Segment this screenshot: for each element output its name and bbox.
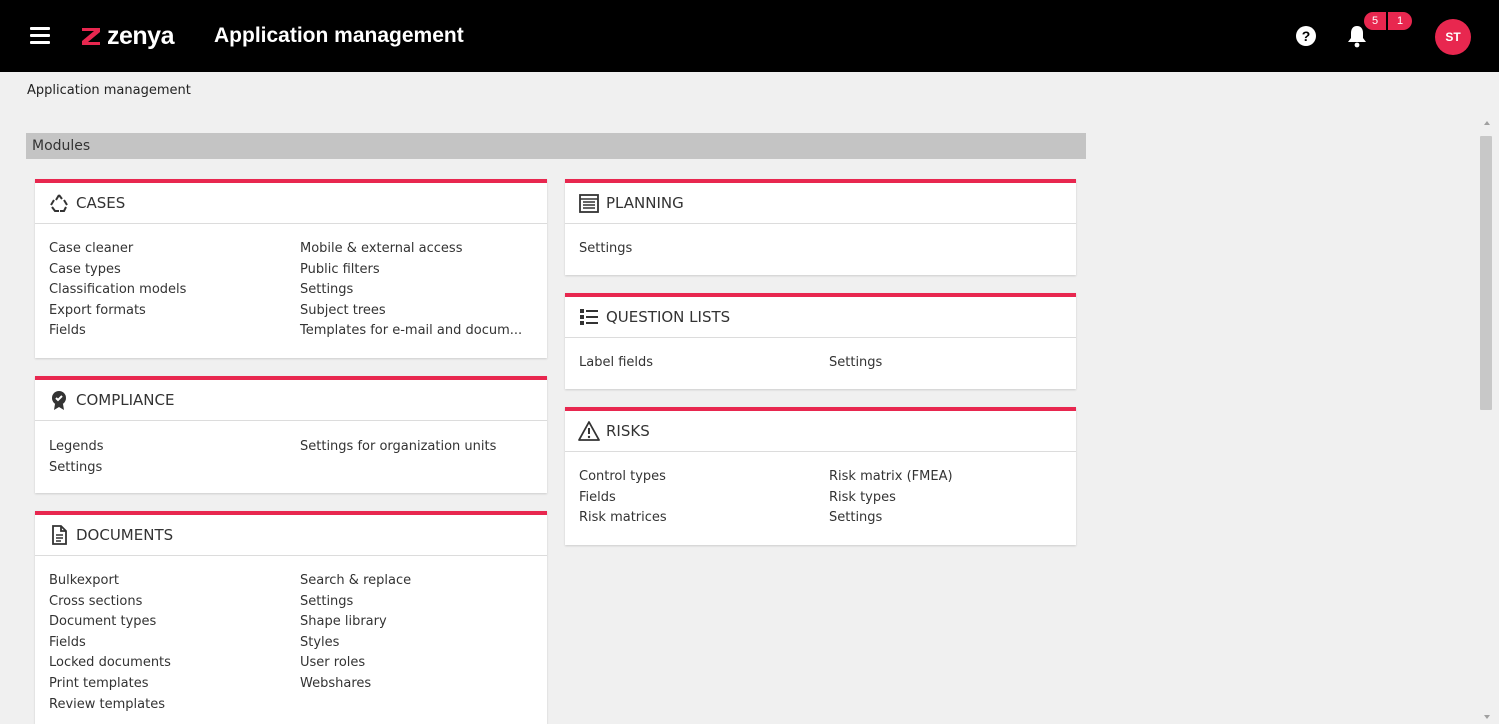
link-mobile-external-access[interactable]: Mobile & external access xyxy=(300,239,522,260)
document-icon xyxy=(48,524,70,546)
link-review-templates[interactable]: Review templates xyxy=(49,695,171,716)
link-settings-org-units[interactable]: Settings for organization units xyxy=(300,437,496,458)
link-control-types[interactable]: Control types xyxy=(579,467,667,488)
card-header: QUESTION LISTS xyxy=(565,297,1076,338)
link-column: Legends Settings xyxy=(49,437,104,478)
link-legends[interactable]: Legends xyxy=(49,437,104,458)
link-case-cleaner[interactable]: Case cleaner xyxy=(49,239,186,260)
link-settings[interactable]: Settings xyxy=(49,458,104,479)
modules-section-header: Modules xyxy=(26,133,1086,159)
warning-icon xyxy=(578,420,600,442)
link-column: Bulkexport Cross sections Document types… xyxy=(49,571,171,715)
card-title: RISKS xyxy=(606,422,650,440)
card-title: QUESTION LISTS xyxy=(606,308,731,326)
link-classification-models[interactable]: Classification models xyxy=(49,280,186,301)
link-public-filters[interactable]: Public filters xyxy=(300,260,522,281)
card-header: PLANNING xyxy=(565,183,1076,224)
scrollbar-thumb[interactable] xyxy=(1480,136,1492,410)
checklist-icon xyxy=(578,306,600,328)
link-user-roles[interactable]: User roles xyxy=(300,653,411,674)
card-title: CASES xyxy=(76,194,126,212)
card-planning: PLANNING Settings xyxy=(565,179,1076,275)
link-fields[interactable]: Fields xyxy=(49,321,186,342)
link-webshares[interactable]: Webshares xyxy=(300,674,411,695)
link-risk-matrices[interactable]: Risk matrices xyxy=(579,508,667,529)
link-case-types[interactable]: Case types xyxy=(49,260,186,281)
breadcrumb: Application management xyxy=(27,83,191,98)
link-column: Label fields xyxy=(579,353,653,374)
link-column: Search & replace Settings Shape library … xyxy=(300,571,411,695)
link-subject-trees[interactable]: Subject trees xyxy=(300,301,522,322)
link-settings[interactable]: Settings xyxy=(829,508,953,529)
link-locked-documents[interactable]: Locked documents xyxy=(49,653,171,674)
link-print-templates[interactable]: Print templates xyxy=(49,674,171,695)
top-bar: zenya Application management ? 5 1 ST xyxy=(0,0,1499,72)
scroll-up-arrow-icon[interactable] xyxy=(1484,121,1490,125)
link-fields[interactable]: Fields xyxy=(579,488,667,509)
notification-badge[interactable]: 5 xyxy=(1364,12,1386,30)
link-styles[interactable]: Styles xyxy=(300,633,411,654)
link-fields[interactable]: Fields xyxy=(49,633,171,654)
card-question-lists: QUESTION LISTS Label fields Settings xyxy=(565,293,1076,389)
link-bulkexport[interactable]: Bulkexport xyxy=(49,571,171,592)
planning-icon xyxy=(578,192,600,214)
link-column: Settings xyxy=(829,353,882,374)
logo[interactable]: zenya xyxy=(80,22,174,50)
card-compliance: COMPLIANCE Legends Settings Settings for… xyxy=(35,376,547,493)
card-header: COMPLIANCE xyxy=(35,380,547,421)
badge-icon xyxy=(48,389,70,411)
card-header: RISKS xyxy=(565,411,1076,452)
avatar[interactable]: ST xyxy=(1435,19,1471,55)
link-search-replace[interactable]: Search & replace xyxy=(300,571,411,592)
card-documents: DOCUMENTS Bulkexport Cross sections Docu… xyxy=(35,511,547,724)
notification-badge[interactable]: 1 xyxy=(1388,12,1412,30)
card-title: PLANNING xyxy=(606,194,684,212)
scroll-down-arrow-icon[interactable] xyxy=(1484,715,1490,719)
card-title: DOCUMENTS xyxy=(76,526,174,544)
link-settings[interactable]: Settings xyxy=(300,592,411,613)
link-column: Control types Fields Risk matrices xyxy=(579,467,667,529)
link-shape-library[interactable]: Shape library xyxy=(300,612,411,633)
link-templates[interactable]: Templates for e-mail and docum... xyxy=(300,321,522,342)
bell-icon[interactable] xyxy=(1346,24,1368,48)
link-export-formats[interactable]: Export formats xyxy=(49,301,186,322)
link-settings[interactable]: Settings xyxy=(579,239,632,260)
card-risks: RISKS Control types Fields Risk matrices… xyxy=(565,407,1076,545)
link-cross-sections[interactable]: Cross sections xyxy=(49,592,171,613)
card-header: DOCUMENTS xyxy=(35,515,547,556)
card-header: CASES xyxy=(35,183,547,224)
zenya-logo-icon xyxy=(82,28,100,45)
link-column: Case cleaner Case types Classification m… xyxy=(49,239,186,342)
link-settings[interactable]: Settings xyxy=(829,353,882,374)
link-column: Risk matrix (FMEA) Risk types Settings xyxy=(829,467,953,529)
help-icon[interactable]: ? xyxy=(1296,26,1316,46)
link-column: Mobile & external access Public filters … xyxy=(300,239,522,342)
link-risk-types[interactable]: Risk types xyxy=(829,488,953,509)
link-label-fields[interactable]: Label fields xyxy=(579,353,653,374)
card-cases: CASES Case cleaner Case types Classifica… xyxy=(35,179,547,358)
link-settings[interactable]: Settings xyxy=(300,280,522,301)
card-title: COMPLIANCE xyxy=(76,391,175,409)
recycle-icon xyxy=(48,192,70,214)
link-document-types[interactable]: Document types xyxy=(49,612,171,633)
link-column: Settings for organization units xyxy=(300,437,496,458)
link-risk-matrix-fmea[interactable]: Risk matrix (FMEA) xyxy=(829,467,953,488)
link-column: Settings xyxy=(579,239,632,260)
logo-text: zenya xyxy=(107,22,174,50)
menu-icon[interactable] xyxy=(30,27,50,45)
page-title: Application management xyxy=(214,24,464,47)
